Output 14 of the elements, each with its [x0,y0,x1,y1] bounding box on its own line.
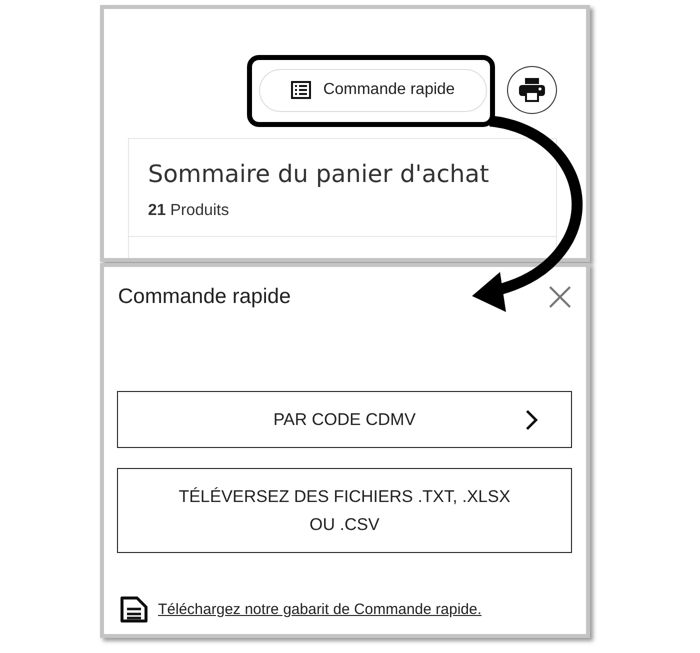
document-icon [120,596,148,623]
chevron-right-icon [525,409,539,431]
printer-icon [519,78,545,102]
product-count: 21 Produits [147,201,230,220]
close-button[interactable] [548,285,572,309]
template-download-link[interactable]: Téléchargez notre gabarit de Commande rapide. [158,601,482,618]
dialog-title: Commande rapide [118,285,291,309]
close-icon [548,285,572,309]
cart-summary-title: Sommaire du panier d'achat [147,159,490,188]
quick-order-button[interactable]: Commande rapide [259,68,487,112]
option-button[interactable]: PAR CODE CDMV [117,391,572,448]
list-icon [291,81,312,99]
print-button[interactable] [507,66,557,114]
option-button[interactable]: TÉLÉVERSEZ DES FICHIERS .TXT, .XLSX OU .CSV [117,468,572,553]
